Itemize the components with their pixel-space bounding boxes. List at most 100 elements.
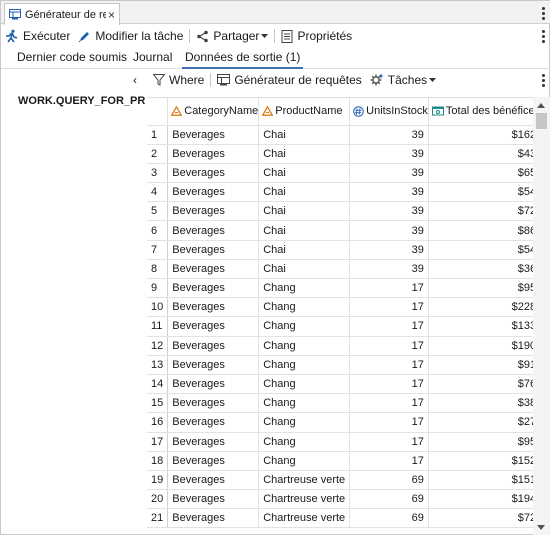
table-row[interactable]: 9BeveragesChang17$95 — [147, 278, 533, 299]
total-cell[interactable]: $54 — [428, 182, 533, 203]
category-cell[interactable]: Beverages — [167, 220, 260, 241]
row-number-cell[interactable]: 3 — [147, 163, 169, 184]
properties-button[interactable]: Propriétés — [277, 25, 356, 47]
tab-query-builder[interactable]: Générateur de re... × — [4, 3, 120, 25]
table-row[interactable]: 13BeveragesChang17$91 — [147, 355, 533, 375]
units-cell[interactable]: 39 — [349, 163, 429, 184]
category-cell[interactable]: Beverages — [167, 470, 260, 491]
category-cell[interactable]: Beverages — [167, 316, 260, 337]
product-cell[interactable]: Chai — [258, 182, 351, 203]
row-number-cell[interactable]: 13 — [147, 355, 169, 375]
total-cell[interactable]: $152 — [428, 451, 533, 471]
table-row[interactable]: 12BeveragesChang17$190 — [147, 336, 533, 356]
units-cell[interactable]: 17 — [349, 412, 429, 433]
product-cell[interactable]: Chang — [258, 432, 351, 452]
table-row[interactable]: 5BeveragesChai39$72 — [147, 201, 533, 222]
row-number-cell[interactable]: 18 — [147, 451, 169, 471]
category-cell[interactable]: Beverages — [167, 240, 260, 260]
total-cell[interactable]: $95 — [428, 432, 533, 452]
category-cell[interactable]: Beverages — [167, 163, 260, 184]
table-row[interactable]: 16BeveragesChang17$27 — [147, 412, 533, 433]
category-cell[interactable]: Beverages — [167, 201, 260, 222]
category-cell[interactable]: Beverages — [167, 451, 260, 471]
scrollbar-thumb[interactable] — [536, 113, 547, 129]
tab-more-options-icon[interactable] — [541, 7, 545, 20]
category-cell[interactable]: Beverages — [167, 144, 260, 164]
total-cell[interactable]: $72 — [428, 508, 533, 529]
category-cell[interactable]: Beverages — [167, 355, 260, 375]
toolbar-more-options-icon[interactable] — [541, 30, 545, 43]
product-cell[interactable]: Chai — [258, 220, 351, 241]
where-filter-button[interactable]: Where — [149, 69, 208, 91]
row-number-cell[interactable]: 2 — [147, 144, 169, 164]
category-cell[interactable]: Beverages — [167, 259, 260, 280]
row-number-cell[interactable]: 20 — [147, 489, 169, 510]
product-cell[interactable]: Chang — [258, 316, 351, 337]
row-number-cell[interactable]: 10 — [147, 297, 169, 318]
table-row[interactable]: 1BeveragesChai39$162 — [147, 125, 533, 145]
units-cell[interactable]: 39 — [349, 125, 429, 145]
total-cell[interactable]: $190 — [428, 336, 533, 356]
product-cell[interactable]: Chang — [258, 297, 351, 318]
total-cell[interactable]: $133 — [428, 316, 533, 337]
row-number-cell[interactable]: 6 — [147, 220, 169, 241]
row-number-cell[interactable]: 1 — [147, 125, 169, 145]
units-cell[interactable]: 39 — [349, 220, 429, 241]
category-cell[interactable]: Beverages — [167, 182, 260, 203]
run-button[interactable]: Exécuter — [1, 25, 74, 47]
vertical-scrollbar[interactable] — [533, 97, 550, 535]
table-row[interactable]: 17BeveragesChang17$95 — [147, 432, 533, 452]
units-cell[interactable]: 17 — [349, 297, 429, 318]
row-number-cell[interactable]: 5 — [147, 201, 169, 222]
column-header[interactable]: ProductName — [258, 98, 351, 126]
total-cell[interactable]: $65 — [428, 163, 533, 184]
total-cell[interactable]: $95 — [428, 278, 533, 299]
row-number-cell[interactable]: 19 — [147, 470, 169, 491]
units-cell[interactable]: 69 — [349, 470, 429, 491]
table-row[interactable]: 19BeveragesChartreuse verte69$151 — [147, 470, 533, 491]
table-row[interactable]: 6BeveragesChai39$86 — [147, 220, 533, 241]
total-cell[interactable]: $38 — [428, 393, 533, 414]
table-row[interactable]: 3BeveragesChai39$65 — [147, 163, 533, 184]
table-row[interactable]: 20BeveragesChartreuse verte69$194 — [147, 489, 533, 510]
category-cell[interactable]: Beverages — [167, 297, 260, 318]
units-cell[interactable]: 39 — [349, 182, 429, 203]
category-cell[interactable]: Beverages — [167, 508, 260, 529]
row-number-cell[interactable]: 9 — [147, 278, 169, 299]
product-cell[interactable]: Chai — [258, 163, 351, 184]
product-cell[interactable]: Chang — [258, 412, 351, 433]
table-row[interactable]: 8BeveragesChai39$36 — [147, 259, 533, 280]
product-cell[interactable]: Chang — [258, 374, 351, 395]
units-cell[interactable]: 17 — [349, 393, 429, 414]
product-cell[interactable]: Chartreuse verte — [258, 489, 351, 510]
scroll-down-icon[interactable] — [537, 525, 545, 530]
product-cell[interactable]: Chai — [258, 201, 351, 222]
product-cell[interactable]: Chai — [258, 259, 351, 280]
table-row[interactable]: 2BeveragesChai39$43 — [147, 144, 533, 164]
total-cell[interactable]: $36 — [428, 259, 533, 280]
dataset-item[interactable]: WORK.QUERY_FOR_PRO — [13, 94, 145, 108]
tasks-menu-button[interactable]: Tâches — [366, 69, 440, 91]
units-cell[interactable]: 17 — [349, 451, 429, 471]
units-cell[interactable]: 39 — [349, 201, 429, 222]
row-number-cell[interactable]: 16 — [147, 412, 169, 433]
product-cell[interactable]: Chartreuse verte — [258, 470, 351, 491]
table-row[interactable]: 18BeveragesChang17$152 — [147, 451, 533, 471]
row-number-cell[interactable]: 4 — [147, 182, 169, 203]
category-cell[interactable]: Beverages — [167, 336, 260, 356]
units-cell[interactable]: 69 — [349, 508, 429, 529]
product-cell[interactable]: Chai — [258, 125, 351, 145]
units-cell[interactable]: 17 — [349, 316, 429, 337]
product-cell[interactable]: Chang — [258, 451, 351, 471]
query-builder-button[interactable]: Générateur de requêtes — [213, 69, 365, 91]
row-number-cell[interactable]: 21 — [147, 508, 169, 529]
row-number-cell[interactable]: 11 — [147, 316, 169, 337]
product-cell[interactable]: Chang — [258, 336, 351, 356]
product-cell[interactable]: Chang — [258, 278, 351, 299]
product-cell[interactable]: Chai — [258, 144, 351, 164]
units-cell[interactable]: 69 — [349, 489, 429, 510]
category-cell[interactable]: Beverages — [167, 125, 260, 145]
total-cell[interactable]: $54 — [428, 240, 533, 260]
scroll-up-icon[interactable] — [537, 103, 545, 108]
category-cell[interactable]: Beverages — [167, 489, 260, 510]
